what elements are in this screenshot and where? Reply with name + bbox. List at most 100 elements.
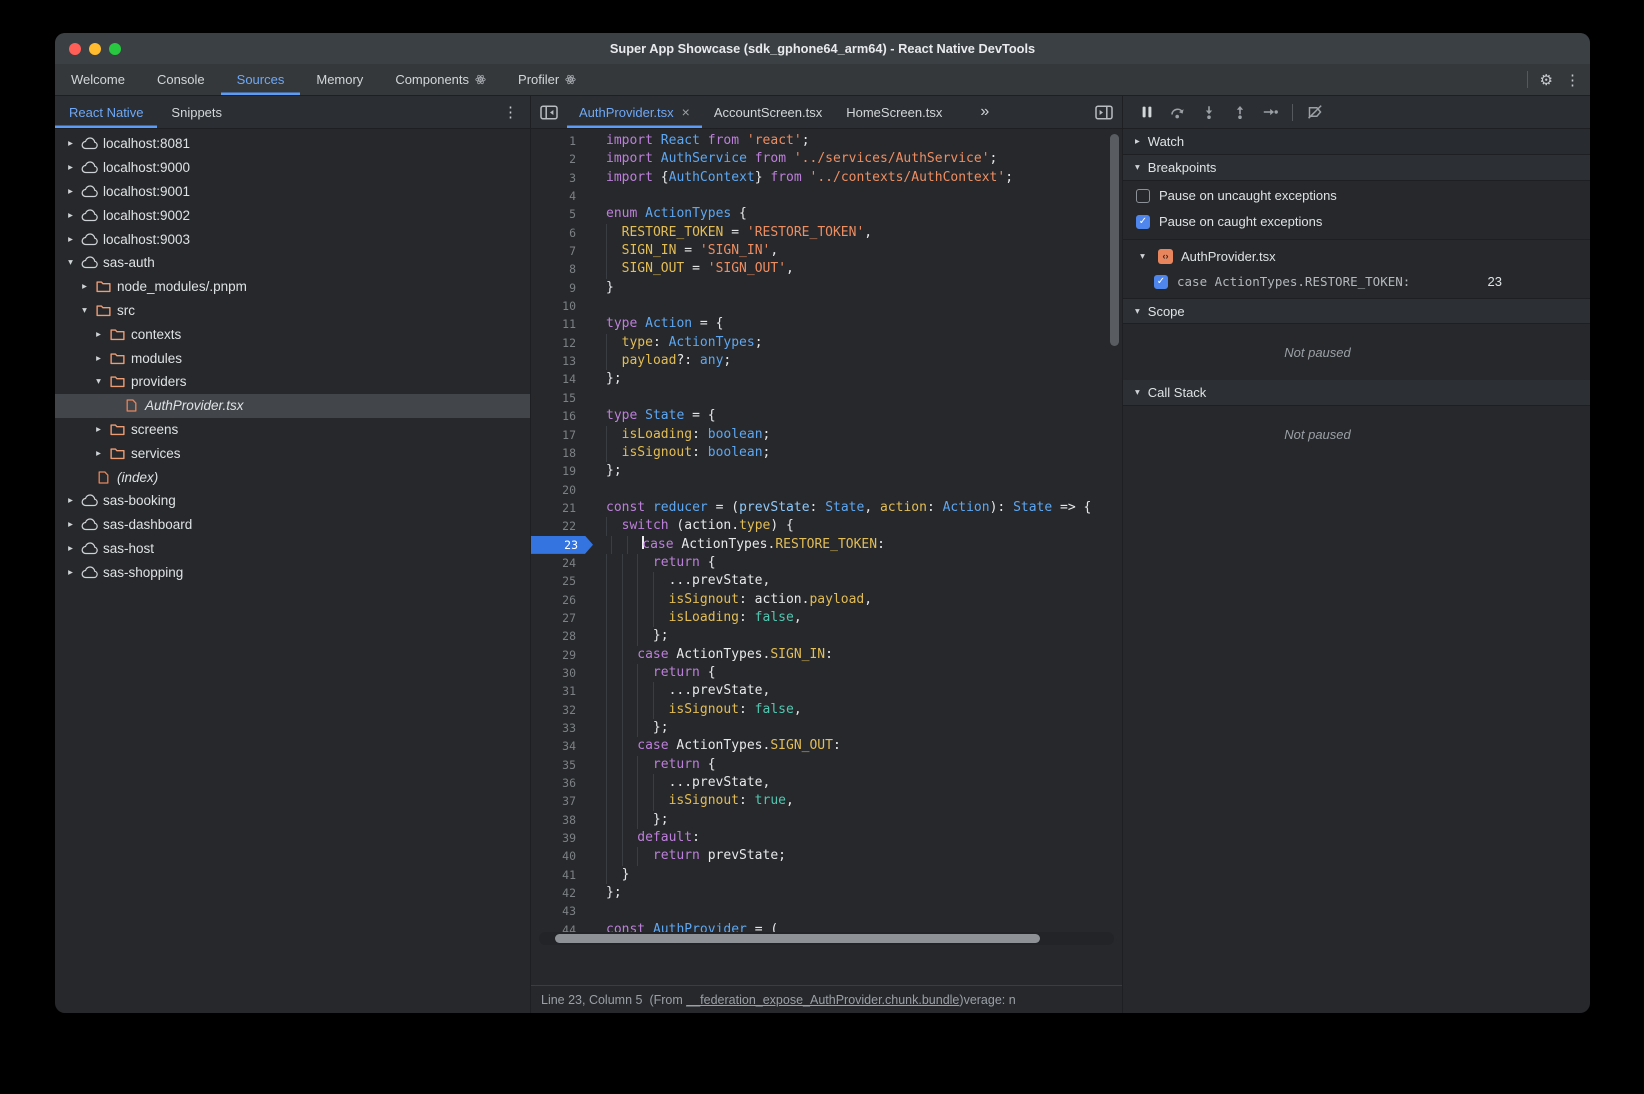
collapsed-triangle-icon[interactable]: ▸ [91,329,106,340]
code-line-content[interactable]: } [588,866,629,884]
line-number[interactable]: 7 [531,242,588,260]
tab-profiler[interactable]: Profiler [502,64,592,95]
line-number[interactable]: 12 [531,334,588,352]
line-number[interactable]: 15 [531,389,588,407]
navigator-tab-snippets[interactable]: Snippets [157,96,236,128]
code-line-content[interactable]: }; [588,811,669,829]
settings-gear-icon[interactable]: ⚙ [1540,71,1553,89]
collapsed-triangle-icon[interactable]: ▸ [91,424,106,435]
code-line-content[interactable]: } [588,279,614,297]
expanded-triangle-icon[interactable]: ▾ [77,305,92,316]
close-window-button[interactable] [69,43,81,55]
line-number[interactable]: 34 [531,737,588,755]
line-number[interactable]: 26 [531,591,588,609]
code-line-content[interactable]: isSignout: action.payload, [588,591,872,609]
code-line-content[interactable]: isLoading: false, [588,609,802,627]
tab-memory[interactable]: Memory [300,64,379,95]
line-number[interactable]: 32 [531,701,588,719]
titlebar[interactable]: Super App Showcase (sdk_gphone64_arm64) … [55,33,1590,64]
code-line-content[interactable]: case ActionTypes.SIGN_OUT: [588,737,841,755]
line-number[interactable]: 25 [531,572,588,590]
code-line-content[interactable] [588,297,606,315]
collapsed-triangle-icon[interactable]: ▸ [63,138,78,149]
line-number[interactable]: 19 [531,462,588,480]
code-line-content[interactable]: }; [588,462,622,480]
tree-item-providers[interactable]: ▾providers [55,370,530,394]
line-number[interactable]: 18 [531,444,588,462]
section-watch[interactable]: ▸ Watch [1123,129,1590,155]
code-line-content[interactable]: const reducer = (prevState: State, actio… [588,499,1091,517]
section-breakpoints[interactable]: ▾ Breakpoints [1123,155,1590,181]
breakpoint-file-group[interactable]: ▾ ‹› AuthProvider.tsx [1123,244,1590,269]
collapsed-triangle-icon[interactable]: ▸ [63,234,78,245]
section-call-stack[interactable]: ▾ Call Stack [1123,380,1590,406]
collapsed-triangle-icon[interactable]: ▸ [91,353,106,364]
line-number[interactable]: 2 [531,150,588,168]
line-number[interactable]: 29 [531,646,588,664]
paused-breakpoint-line-number[interactable]: 23 [531,536,593,554]
line-number[interactable]: 31 [531,682,588,700]
code-line-content[interactable] [588,389,606,407]
pause-uncaught-checkbox[interactable] [1136,189,1150,203]
line-number[interactable]: 41 [531,866,588,884]
code-line-content[interactable]: RESTORE_TOKEN = 'RESTORE_TOKEN', [588,224,872,242]
code-line-content[interactable]: return { [588,756,716,774]
tree-item-localhost-9001[interactable]: ▸localhost:9001 [55,180,530,204]
code-line-content[interactable]: type: ActionTypes; [588,334,763,352]
code-line-content[interactable]: payload?: any; [588,352,731,370]
tree-item-localhost-9000[interactable]: ▸localhost:9000 [55,156,530,180]
code-line-content[interactable]: default: [588,829,700,847]
line-number[interactable]: 33 [531,719,588,737]
collapsed-triangle-icon[interactable]: ▸ [63,186,78,197]
collapsed-triangle-icon[interactable]: ▸ [63,543,78,554]
code-line-content[interactable]: switch (action.type) { [588,517,794,535]
line-number[interactable]: 36 [531,774,588,792]
hide-debugger-panel-icon[interactable] [1086,96,1122,128]
section-scope[interactable]: ▾ Scope [1123,298,1590,324]
code-line-content[interactable]: isSignout: false, [588,701,802,719]
collapsed-triangle-icon[interactable]: ▸ [63,519,78,530]
code-line-content[interactable]: SIGN_OUT = 'SIGN_OUT', [588,260,794,278]
code-line-content[interactable]: return { [588,664,716,682]
code-line-content[interactable]: import React from 'react'; [588,132,810,150]
tab-sources[interactable]: Sources [221,64,301,95]
editor-tab-homescreen[interactable]: HomeScreen.tsx [834,96,954,128]
tree-item-sas-shopping[interactable]: ▸sas-shopping [55,560,530,584]
collapsed-triangle-icon[interactable]: ▸ [63,210,78,221]
line-number[interactable]: 40 [531,847,588,865]
line-number[interactable]: 4 [531,187,588,205]
navigator-tab-react-native[interactable]: React Native [55,96,157,128]
tab-welcome[interactable]: Welcome [55,64,141,95]
line-number[interactable]: 17 [531,426,588,444]
line-number[interactable]: 39 [531,829,588,847]
collapsed-triangle-icon[interactable]: ▸ [63,495,78,506]
minimize-window-button[interactable] [89,43,101,55]
tree-item-sas-auth[interactable]: ▾sas-auth [55,251,530,275]
code-line-content[interactable]: type State = { [588,407,716,425]
navigator-more-menu-icon[interactable]: ⋮ [503,103,530,121]
line-number[interactable]: 10 [531,297,588,315]
line-number[interactable]: 22 [531,517,588,535]
line-number[interactable]: 9 [531,279,588,297]
line-number[interactable]: 5 [531,205,588,223]
line-number[interactable]: 16 [531,407,588,425]
line-number[interactable]: 8 [531,260,588,278]
tree-item-sas-booking[interactable]: ▸sas-booking [55,489,530,513]
line-number[interactable]: 1 [531,132,588,150]
code-line-content[interactable]: enum ActionTypes { [588,205,747,223]
tab-console[interactable]: Console [141,64,221,95]
editor-tab-accountscreen[interactable]: AccountScreen.tsx [702,96,834,128]
editor-vertical-scrollbar[interactable] [1110,134,1119,346]
code-line-content[interactable]: return { [588,554,716,572]
line-number[interactable]: 11 [531,315,588,333]
code-line-content[interactable]: isSignout: true, [588,792,794,810]
tree-item-screens[interactable]: ▸screens [55,418,530,442]
code-viewport[interactable]: 1import React from 'react';2import AuthS… [531,129,1122,947]
tree-item-index[interactable]: (index) [55,465,530,489]
close-tab-icon[interactable]: × [682,104,690,120]
collapsed-triangle-icon[interactable]: ▸ [77,281,92,292]
code-line-content[interactable]: type Action = { [588,315,723,333]
code-line-content[interactable]: }; [588,627,669,645]
line-number[interactable]: 43 [531,902,588,920]
code-line-content[interactable]: }; [588,719,669,737]
